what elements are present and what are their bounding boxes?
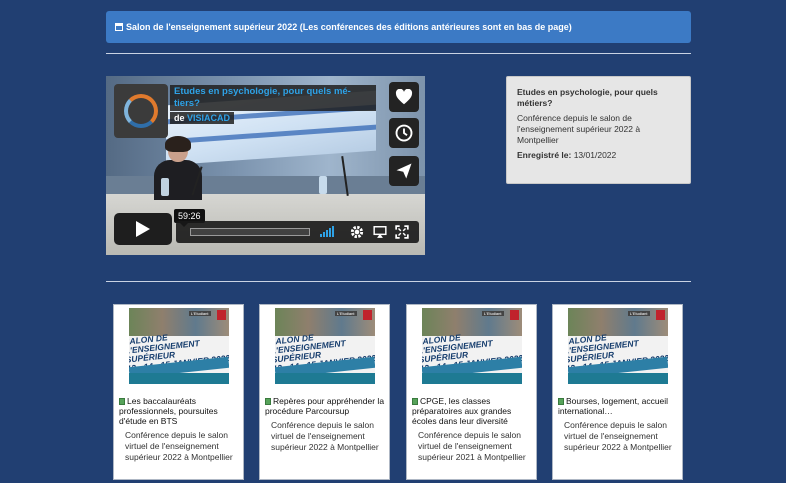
send-icon — [396, 163, 412, 179]
divider-top — [106, 53, 691, 54]
conference-thumbnail[interactable]: L'Etudiant SALON DE L'ENSEIGNEMENT SUPÉRI… — [567, 308, 668, 384]
region-logo — [655, 310, 665, 320]
conference-description: Conférence depuis le salon virtuel de l'… — [125, 430, 233, 462]
thumbnail-brand: L'Etudiant — [627, 311, 650, 316]
conference-card[interactable]: L'Etudiant SALON DE L'ENSEIGNEMENT SUPÉRI… — [406, 304, 537, 480]
banner-text: Salon de l'enseignement supérieur 2022 (… — [126, 22, 572, 32]
like-button[interactable] — [389, 82, 419, 112]
video-title[interactable]: Etudes en psychologie, pour quels mé-tie… — [170, 85, 376, 111]
airplay-icon[interactable] — [373, 225, 387, 239]
info-description: Conférence depuis le salon de l'enseigne… — [517, 113, 641, 145]
calendar-icon — [115, 23, 123, 31]
play-button[interactable] — [114, 213, 172, 245]
conference-title[interactable]: Les baccalauréats professionnels, poursu… — [117, 396, 240, 426]
conference-thumbnail[interactable]: L'Etudiant SALON DE L'ENSEIGNEMENT SUPÉRI… — [274, 308, 375, 384]
info-title: Etudes en psychologie, pour quels métier… — [517, 87, 658, 108]
control-bar — [176, 221, 419, 243]
channel-logo[interactable] — [114, 84, 168, 138]
page-banner: Salon de l'enseignement supérieur 2022 (… — [106, 11, 691, 43]
progress-bar[interactable] — [190, 228, 310, 236]
conference-thumbnail[interactable]: L'Etudiant SALON DE L'ENSEIGNEMENT SUPÉRI… — [421, 308, 522, 384]
conference-description: Conférence depuis le salon virtuel de l'… — [418, 430, 526, 462]
conference-card[interactable]: L'Etudiant SALON DE L'ENSEIGNEMENT SUPÉRI… — [552, 304, 683, 480]
video-player[interactable]: Etudes en psychologie, pour quels mé-tie… — [106, 76, 425, 255]
volume-icon[interactable] — [320, 226, 334, 237]
video-file-icon — [412, 398, 418, 405]
conference-title[interactable]: Bourses, logement, accueil international… — [556, 396, 679, 416]
conference-card[interactable]: L'Etudiant SALON DE L'ENSEIGNEMENT SUPÉRI… — [113, 304, 244, 480]
conference-card[interactable]: L'Etudiant SALON DE L'ENSEIGNEMENT SUPÉRI… — [259, 304, 390, 480]
watch-later-button[interactable] — [389, 118, 419, 148]
video-file-icon — [558, 398, 564, 405]
conference-thumbnail[interactable]: L'Etudiant SALON DE L'ENSEIGNEMENT SUPÉRI… — [128, 308, 229, 384]
video-info-panel: Etudes en psychologie, pour quels métier… — [506, 76, 691, 184]
conference-description: Conférence depuis le salon virtuel de l'… — [564, 420, 672, 452]
region-logo — [216, 310, 226, 320]
info-recorded: Enregistré le: 13/01/2022 — [517, 150, 617, 160]
heart-icon — [395, 89, 413, 105]
conference-description: Conférence depuis le salon virtuel de l'… — [271, 420, 379, 452]
region-logo — [362, 310, 372, 320]
divider-middle — [106, 281, 691, 282]
thumbnail-brand: L'Etudiant — [481, 311, 504, 316]
settings-icon[interactable] — [350, 225, 364, 239]
video-file-icon — [119, 398, 125, 405]
share-button[interactable] — [389, 156, 419, 186]
conference-title[interactable]: Repères pour appréhender la procédure Pa… — [263, 396, 386, 416]
video-author[interactable]: de VISIACAD — [170, 112, 235, 124]
play-icon — [136, 221, 150, 237]
region-logo — [509, 310, 519, 320]
clock-icon — [395, 124, 413, 142]
conference-title[interactable]: CPGE, les classes préparatoires aux gran… — [410, 396, 533, 426]
thumbnail-brand: L'Etudiant — [334, 311, 357, 316]
video-file-icon — [265, 398, 271, 405]
fullscreen-icon[interactable] — [395, 225, 409, 239]
thumbnail-brand: L'Etudiant — [188, 311, 211, 316]
